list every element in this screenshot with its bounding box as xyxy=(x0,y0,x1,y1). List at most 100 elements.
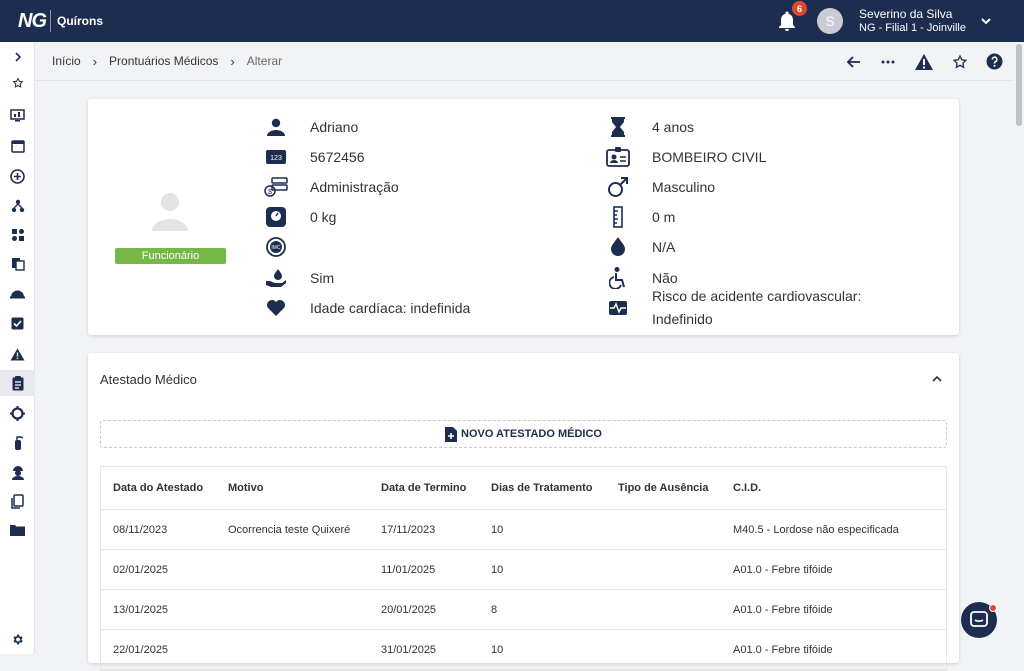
patient-height-row: 0 m xyxy=(606,205,675,229)
new-certificate-label: NOVO ATESTADO MÉDICO xyxy=(461,428,602,440)
settings-shield-icon[interactable] xyxy=(0,400,35,426)
add-circle-icon[interactable] xyxy=(0,163,35,189)
gear-icon[interactable] xyxy=(0,626,35,652)
help-icon[interactable] xyxy=(986,53,1003,70)
weight-scale-icon xyxy=(264,205,288,229)
col-header-treatment-days[interactable]: Dias de Tratamento xyxy=(491,467,592,509)
cell-days: 10 xyxy=(491,643,504,656)
chat-button[interactable] xyxy=(961,602,997,638)
modules-icon[interactable] xyxy=(0,222,35,248)
table-header-row: Data do Atestado Motivo Data de Termino … xyxy=(101,467,946,510)
patient-department-row: $ Administração xyxy=(264,175,399,199)
logo-divider xyxy=(50,10,51,32)
medical-record-icon[interactable] xyxy=(0,370,35,396)
breadcrumb-home[interactable]: Início xyxy=(52,54,81,68)
blood-donation-icon xyxy=(264,266,288,290)
cell-date: 13/01/2025 xyxy=(113,603,169,616)
patient-imc-row: IMC xyxy=(264,235,310,259)
chevron-right-icon: › xyxy=(92,53,98,69)
patient-weight: 0 kg xyxy=(310,209,337,225)
imc-icon: IMC xyxy=(264,235,288,259)
col-header-cid[interactable]: C.I.D. xyxy=(733,467,761,509)
page-scrollbar[interactable] xyxy=(1013,42,1024,654)
chevron-right-icon: › xyxy=(230,53,235,69)
id-card-icon xyxy=(606,145,630,169)
alert-icon[interactable] xyxy=(914,53,934,71)
fire-extinguisher-icon[interactable] xyxy=(0,429,35,455)
patient-name-row: Adriano xyxy=(264,115,358,139)
patient-info-card: Funcionário Adriano 123 5672456 $ Admini… xyxy=(88,99,959,335)
patient-cardio-risk: Risco de acidente cardiovascular: Indefi… xyxy=(652,285,861,331)
col-header-date[interactable]: Data do Atestado xyxy=(113,467,203,509)
svg-text:IMC: IMC xyxy=(271,245,281,251)
cell-end-date: 20/01/2025 xyxy=(381,603,437,616)
section-title: Atestado Médico xyxy=(100,372,197,387)
notification-count-badge: 6 xyxy=(792,1,808,16)
back-arrow-icon[interactable] xyxy=(846,54,862,70)
hierarchy-icon[interactable] xyxy=(0,193,35,219)
copy-icon[interactable] xyxy=(0,488,35,514)
table-row[interactable]: 02/01/2025 11/01/2025 10 A01.0 - Febre t… xyxy=(101,550,946,590)
col-header-reason[interactable]: Motivo xyxy=(228,467,263,509)
cell-date: 02/01/2025 xyxy=(113,563,169,576)
chevron-up-icon[interactable] xyxy=(931,373,943,385)
user-info[interactable]: Severino da Silva NG - Filial 1 - Joinvi… xyxy=(859,7,966,35)
checkbox-icon[interactable] xyxy=(0,310,35,336)
table-row[interactable]: 13/01/2025 20/01/2025 8 A01.0 - Febre ti… xyxy=(101,590,946,630)
patient-donor: Sim xyxy=(310,270,335,286)
app-logo[interactable]: NG Quírons xyxy=(18,10,103,33)
breadcrumb-section[interactable]: Prontuários Médicos xyxy=(109,54,218,68)
table-row[interactable]: 08/11/2023 Ocorrencia teste Quixeré 17/1… xyxy=(101,510,946,550)
sidebar xyxy=(0,42,35,654)
patient-role-row: BOMBEIRO CIVIL xyxy=(606,145,766,169)
breadcrumb-bar: Início › Prontuários Médicos › Alterar xyxy=(35,42,1013,81)
folder-icon[interactable] xyxy=(0,517,35,543)
cell-date: 22/01/2025 xyxy=(113,643,169,656)
person-placeholder-icon xyxy=(152,193,188,231)
patient-name: Adriano xyxy=(310,119,359,135)
favorites-icon[interactable] xyxy=(0,70,35,96)
patient-role: BOMBEIRO CIVIL xyxy=(652,149,767,165)
cell-date: 08/11/2023 xyxy=(113,523,168,536)
heart-icon xyxy=(264,296,288,320)
col-header-end-date[interactable]: Data de Termino xyxy=(381,467,466,509)
more-options-icon[interactable] xyxy=(880,54,896,70)
notifications-button[interactable]: 6 xyxy=(775,1,808,33)
ruler-icon xyxy=(606,205,630,229)
patient-disability: Não xyxy=(652,270,678,286)
patient-age: 4 anos xyxy=(652,119,695,135)
breadcrumb: Início › Prontuários Médicos › Alterar xyxy=(52,54,282,69)
user-avatar[interactable]: S xyxy=(817,8,844,34)
patient-height: 0 m xyxy=(652,209,676,225)
warning-icon[interactable] xyxy=(0,341,35,367)
col-header-absence-type[interactable]: Tipo de Ausência xyxy=(618,467,708,509)
cell-days: 10 xyxy=(491,523,504,536)
worker-icon[interactable] xyxy=(0,459,35,485)
cell-days: 10 xyxy=(491,563,504,576)
documents-icon[interactable] xyxy=(0,251,35,277)
breadcrumb-current: Alterar xyxy=(246,54,283,68)
chat-unread-dot xyxy=(989,604,997,612)
calendar-icon[interactable] xyxy=(0,133,35,159)
cardio-risk-value: Indefinido xyxy=(652,311,713,327)
cell-cid: M40.5 - Lordose não especificada xyxy=(733,523,899,536)
patient-sex: Masculino xyxy=(652,179,716,195)
star-icon[interactable] xyxy=(952,53,968,70)
expand-sidebar-icon[interactable] xyxy=(0,44,35,70)
blood-drop-icon xyxy=(606,235,630,259)
chevron-down-icon[interactable] xyxy=(980,15,992,27)
helmet-icon[interactable] xyxy=(0,280,35,306)
cell-end-date: 31/01/2025 xyxy=(381,643,437,656)
logo-product: Quírons xyxy=(57,14,104,28)
cell-cid: A01.0 - Febre tifóide xyxy=(733,603,833,616)
hourglass-icon xyxy=(606,115,630,139)
scrollbar-thumb[interactable] xyxy=(1016,44,1022,126)
dashboard-icon[interactable] xyxy=(0,102,35,128)
new-certificate-button[interactable]: NOVO ATESTADO MÉDICO xyxy=(100,420,947,448)
cardio-monitor-icon xyxy=(606,296,630,320)
chat-icon xyxy=(970,611,988,627)
cell-end-date: 17/11/2023 xyxy=(381,523,436,536)
table-row[interactable]: 22/01/2025 31/01/2025 10 A01.0 - Febre t… xyxy=(101,630,946,670)
user-name: Severino da Silva xyxy=(859,7,953,21)
patient-age-row: 4 anos xyxy=(606,115,694,139)
